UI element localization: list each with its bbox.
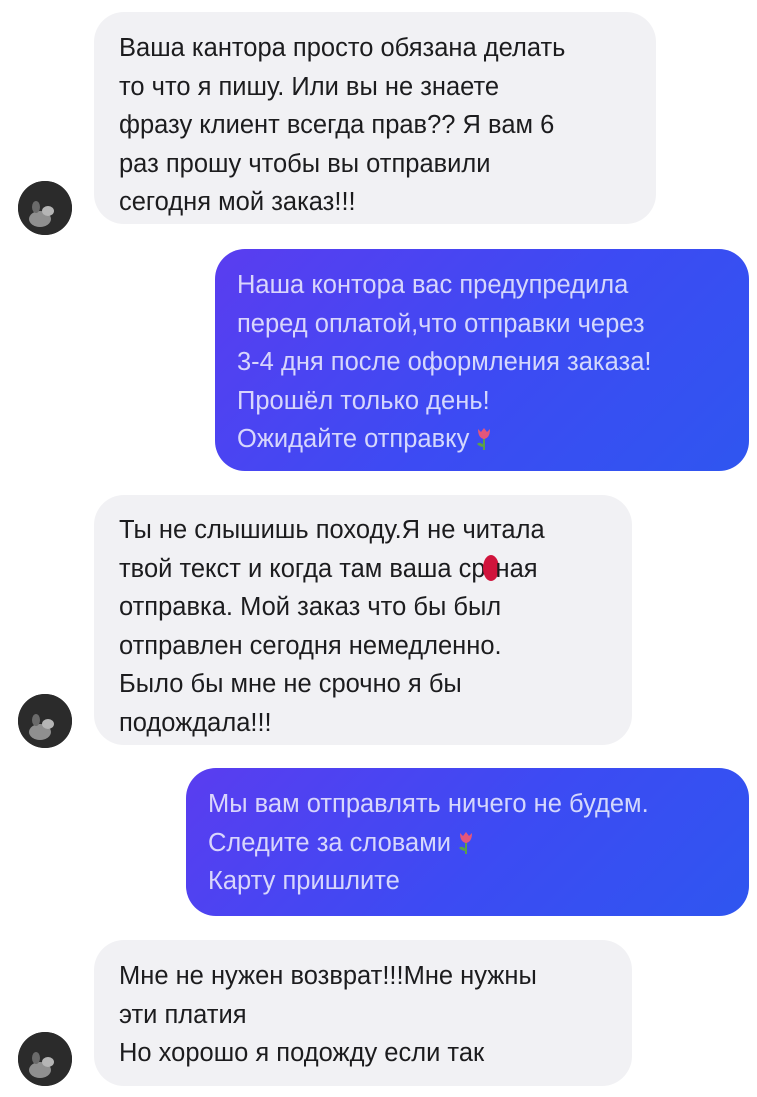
message-text-line: Карту пришлите — [208, 867, 400, 895]
message-text-line: Следите за словами — [208, 828, 451, 857]
message-text-line: Было бы мне не срочно я бы — [119, 670, 462, 698]
message-text-line: Прошёл только день! — [237, 386, 490, 415]
contact-avatar[interactable] — [18, 1032, 72, 1086]
message-text-line: раз прошу чтобы вы отправили — [119, 149, 491, 178]
message-text-line: 3-4 дня после оформления заказа! — [237, 348, 652, 376]
incoming-message-bubble[interactable]: Ваша кантора просто обязана делать то чт… — [94, 12, 656, 224]
message-text-line: подождала!!! — [119, 708, 272, 737]
message-text-line-with-emoji: Следите за словами — [208, 824, 749, 863]
message-text-line: сегодня мой заказ!!! — [119, 188, 356, 216]
message-text-line: перед оплатой,что отправки через — [237, 309, 645, 338]
message-text-line: отправлен сегодня немедленно. — [119, 631, 502, 660]
message-text-line: фразу клиент всегда прав?? Я вам 6 — [119, 111, 555, 139]
tulip-emoji-icon — [471, 424, 497, 450]
message-text-line: Мы вам отправлять ничего не будем. — [208, 790, 649, 818]
message-text-line: то что я пишу. Или вы не знаете — [119, 72, 500, 101]
message-text-line: Наша контора вас предупредила — [237, 271, 629, 299]
message-text-line: твой текст и когда там ваша ср — [119, 554, 486, 583]
message-text-line: Мне не нужен возврат!!!Мне нужны — [119, 962, 537, 990]
message-text-line: Ожидайте отправку — [237, 425, 470, 453]
chat-thread: Ваша кантора просто обязана делать то чт… — [0, 0, 757, 1097]
contact-avatar[interactable] — [18, 181, 72, 235]
message-text-line-with-mark: твой текст и когда там ваша ср ная — [119, 550, 632, 589]
message-text-line: Ты не слышишь походу.Я не читала — [119, 516, 545, 544]
outgoing-message-bubble[interactable]: Наша контора вас предупредила перед опла… — [215, 249, 749, 471]
message-text-fragment: ная — [495, 554, 538, 583]
contact-avatar[interactable] — [18, 694, 72, 748]
message-text-line-with-emoji: Ожидайте отправку — [237, 420, 749, 459]
incoming-message-bubble[interactable]: Мне не нужен возврат!!!Мне нужны эти пла… — [94, 940, 632, 1086]
outgoing-message-bubble[interactable]: Мы вам отправлять ничего не будем. Следи… — [186, 768, 749, 916]
tulip-emoji-icon — [453, 828, 479, 854]
incoming-message-bubble[interactable]: Ты не слышишь походу.Я не читала твой те… — [94, 495, 632, 745]
message-text-line: Ваша кантора просто обязана делать — [119, 34, 566, 62]
message-text-line: эти платия — [119, 1000, 247, 1029]
message-text-line: Но хорошо я подожду если так — [119, 1039, 485, 1067]
message-text-line: отправка. Мой заказ что бы был — [119, 593, 502, 621]
